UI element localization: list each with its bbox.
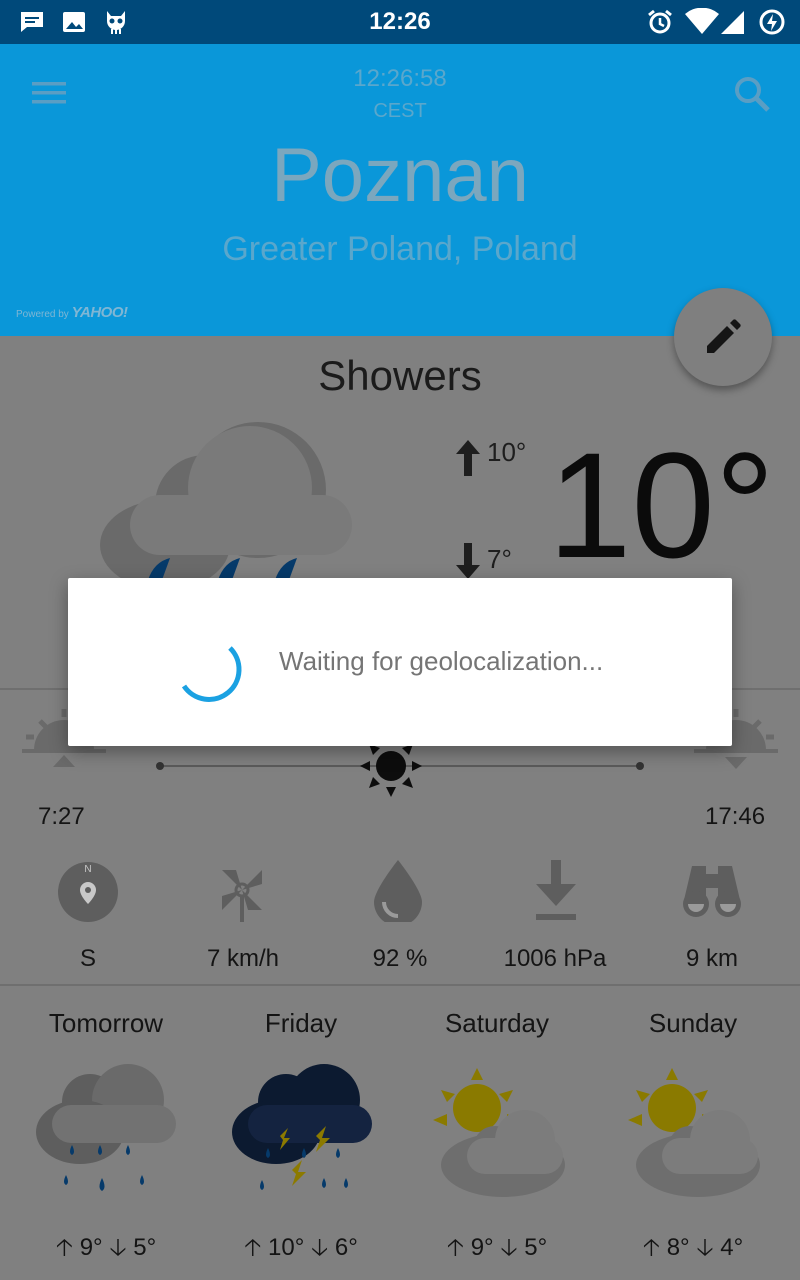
forecast-low: 5° (133, 1234, 157, 1261)
search-icon[interactable] (732, 74, 772, 114)
windmill-icon (222, 870, 262, 922)
powered-by-label: Powered by (16, 309, 69, 320)
forecast-high: 8° (666, 1234, 690, 1261)
thunderstorm-icon (232, 1064, 372, 1190)
alarm-icon (648, 9, 672, 34)
low-arrow-icon (456, 543, 480, 579)
up-arrow-icon: 🡡 (642, 1234, 661, 1261)
forecast-temps: 🡡 9° 🡣 5° (16, 1230, 196, 1271)
svg-text:N: N (84, 864, 91, 875)
status-bar: 12:26 (0, 0, 800, 44)
geolocation-progress-dialog: Waiting for geolocalization... (68, 578, 732, 746)
showers-icon (100, 422, 352, 580)
forecast-low: 5° (524, 1234, 548, 1261)
down-arrow-icon: 🡣 (696, 1234, 714, 1261)
forecast-day-label: Tomorrow (48, 1008, 164, 1038)
low-temperature: 7° (487, 544, 512, 574)
timezone-label: CEST (373, 100, 427, 122)
forecast-day-label: Saturday (444, 1008, 550, 1038)
humidity-drop-icon (374, 860, 422, 922)
edit-location-button[interactable] (674, 288, 772, 386)
high-arrow-icon (456, 440, 480, 476)
forecast-high: 9° (79, 1234, 103, 1261)
partly-cloudy-icon (433, 1068, 565, 1197)
pressure-icon (536, 860, 576, 920)
local-clock: 12:26:58 (353, 65, 447, 92)
down-arrow-icon: 🡣 (500, 1234, 518, 1261)
forecast-temps: 🡡 10° 🡣 6° (211, 1230, 391, 1271)
high-temperature: 10° (487, 437, 527, 467)
down-arrow-icon: 🡣 (311, 1234, 329, 1261)
forecast-high: 10° (268, 1234, 305, 1261)
city-name: Poznan (271, 133, 529, 218)
pressure: 1006 hPa (503, 945, 607, 972)
forecast-low: 6° (334, 1234, 358, 1261)
forecast-temps: 🡡 8° 🡣 4° (603, 1230, 783, 1271)
divider (0, 984, 800, 986)
up-arrow-icon: 🡡 (244, 1234, 262, 1261)
humidity: 92 % (372, 945, 428, 972)
forecast-day-label: Sunday (648, 1008, 738, 1038)
current-temperature: 10° (548, 421, 775, 589)
battery-charging-icon (759, 9, 785, 35)
region-name: Greater Poland, Poland (222, 230, 578, 268)
powered-by-yahoo[interactable]: Powered by YAHOO! (16, 304, 128, 321)
forecast-low: 4° (720, 1234, 744, 1261)
rain-cloud-icon (36, 1064, 176, 1191)
sunset-time: 17:46 (705, 803, 766, 830)
signal-icon (721, 11, 744, 34)
sunrise-time: 7:27 (38, 803, 85, 830)
yahoo-logo: YAHOO! (71, 304, 128, 321)
forecast-day-label: Friday (264, 1008, 338, 1038)
up-arrow-icon: 🡡 (55, 1234, 74, 1261)
pencil-icon (707, 319, 741, 353)
wind-speed: 7 km/h (206, 945, 280, 972)
visibility: 9 km (685, 945, 738, 972)
status-time: 12:26 (369, 8, 431, 35)
forecast-temps: 🡡 9° 🡣 5° (407, 1230, 587, 1271)
wifi-icon (685, 8, 719, 34)
forecast-high: 9° (470, 1234, 494, 1261)
dialog-message: Waiting for geolocalization... (279, 646, 604, 676)
wind-direction: S (79, 945, 96, 972)
compass-icon: N (58, 862, 118, 922)
binoculars-icon (683, 866, 741, 917)
up-arrow-icon: 🡡 (446, 1234, 465, 1261)
loading-spinner (181, 646, 242, 702)
down-arrow-icon: 🡣 (109, 1234, 127, 1261)
partly-cloudy-icon (628, 1068, 760, 1197)
